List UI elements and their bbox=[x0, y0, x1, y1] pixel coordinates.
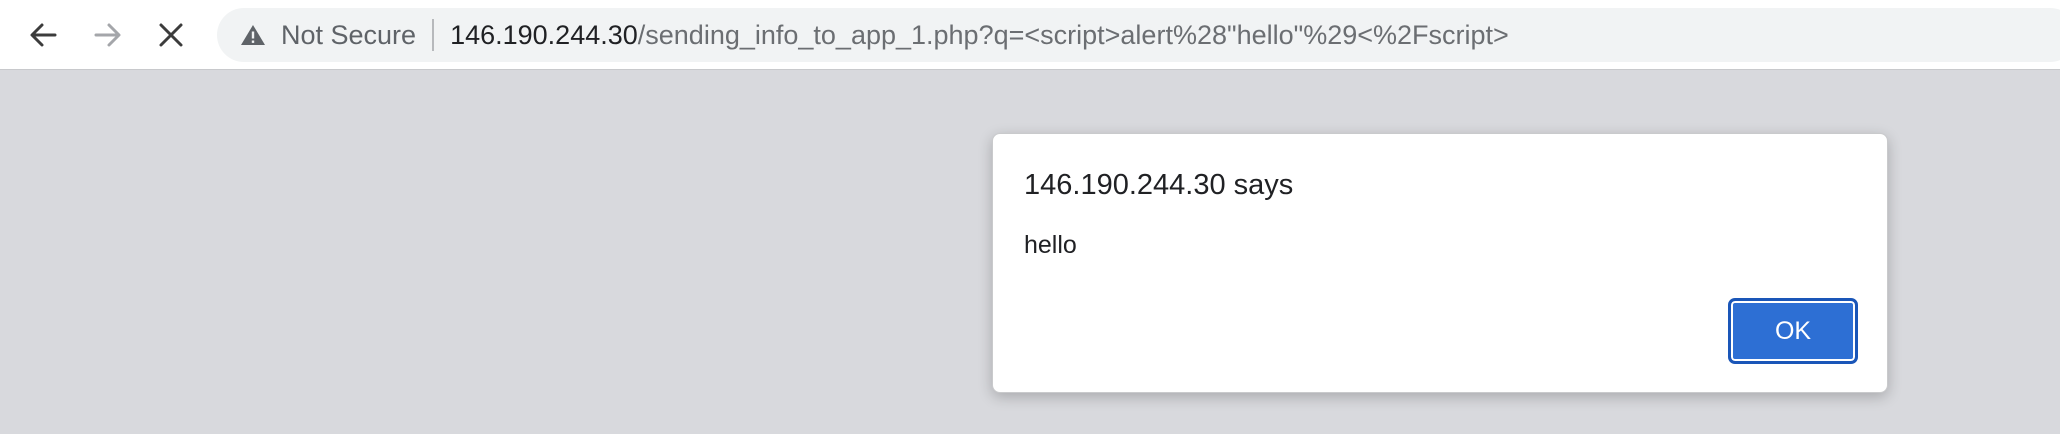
stop-loading-button[interactable] bbox=[146, 10, 196, 60]
url-path: /sending_info_to_app_1.php?q=<script>ale… bbox=[637, 19, 1509, 50]
close-icon bbox=[157, 21, 185, 49]
warning-triangle-icon[interactable] bbox=[239, 21, 267, 49]
page-content: 146.190.244.30 says hello OK bbox=[0, 70, 2060, 434]
security-status-label[interactable]: Not Secure bbox=[281, 20, 416, 51]
dialog-message: hello bbox=[1024, 231, 1077, 259]
ok-button[interactable]: OK bbox=[1728, 298, 1858, 364]
javascript-alert-dialog: 146.190.244.30 says hello OK bbox=[992, 133, 1888, 393]
url-text[interactable]: 146.190.244.30/sending_info_to_app_1.php… bbox=[450, 20, 1509, 51]
dialog-title: 146.190.244.30 says bbox=[1024, 169, 1294, 201]
browser-toolbar: Not Secure 146.190.244.30/sending_info_t… bbox=[0, 0, 2060, 70]
arrow-right-icon bbox=[93, 20, 123, 50]
omnibox-divider bbox=[432, 19, 435, 51]
back-button[interactable] bbox=[18, 10, 68, 60]
arrow-left-icon bbox=[28, 20, 58, 50]
address-bar[interactable]: Not Secure 146.190.244.30/sending_info_t… bbox=[217, 8, 2060, 62]
url-host: 146.190.244.30 bbox=[450, 19, 638, 50]
forward-button[interactable] bbox=[83, 10, 133, 60]
